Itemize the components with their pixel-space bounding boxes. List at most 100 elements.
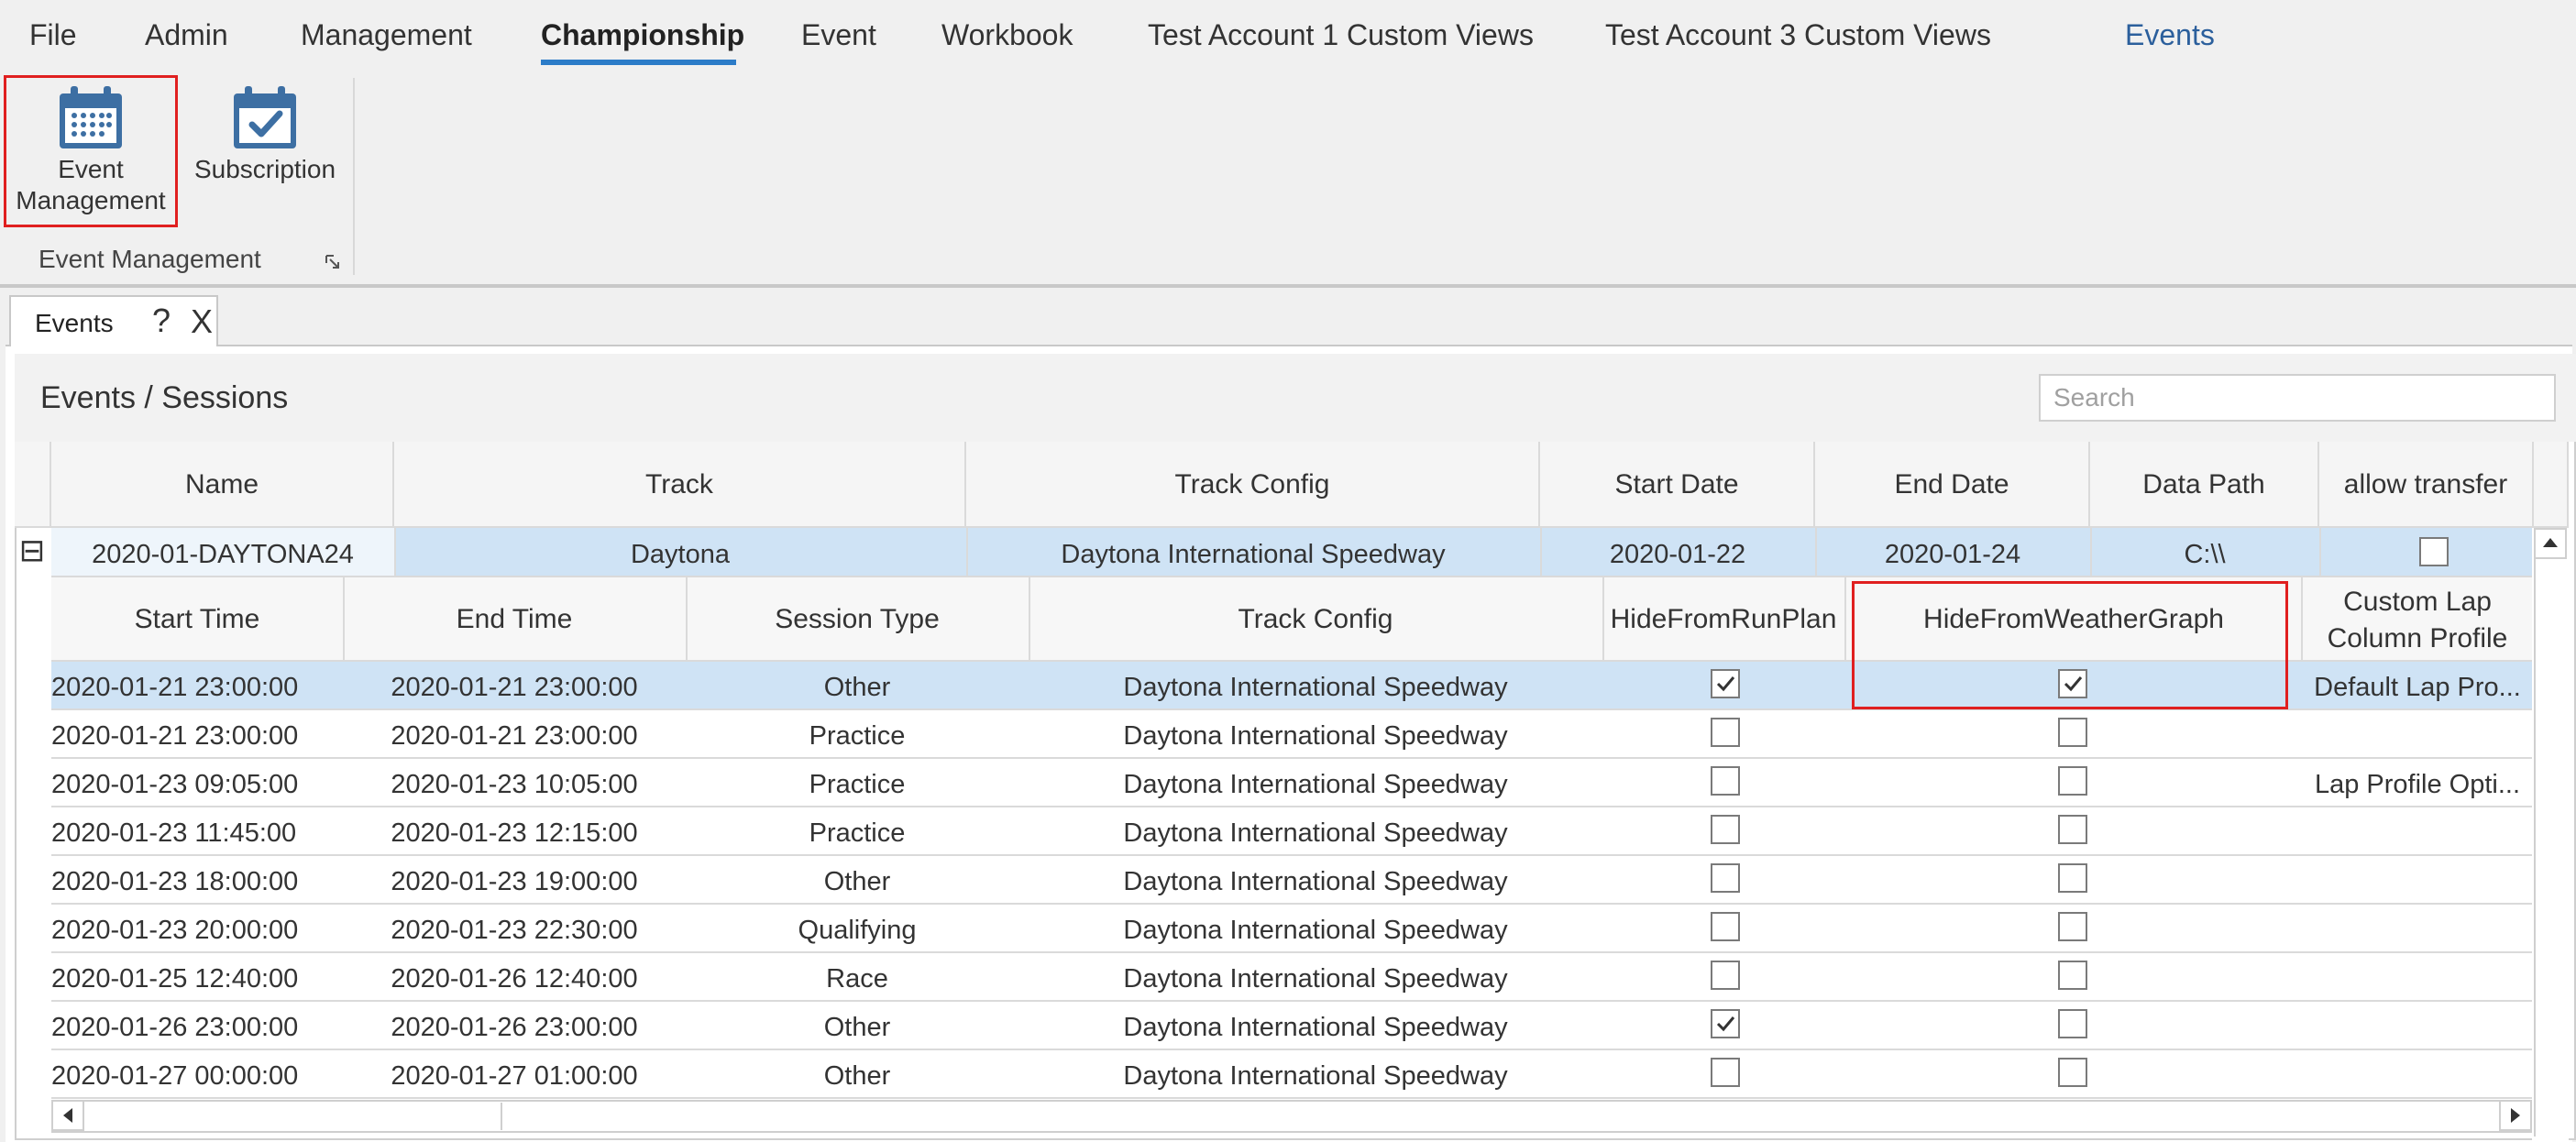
session-start-time: 2020-01-23 20:00:00 xyxy=(51,916,299,945)
header-start-date[interactable]: Start Date xyxy=(1540,442,1815,528)
header-allow-transfer[interactable]: allow transfer xyxy=(2319,442,2534,528)
divider xyxy=(51,1049,2532,1050)
divider xyxy=(51,806,2532,807)
horizontal-scroll-thumb[interactable] xyxy=(501,1103,2501,1130)
calendar-check-icon xyxy=(234,86,296,148)
scroll-left-button[interactable] xyxy=(51,1100,84,1131)
scroll-up-button[interactable] xyxy=(2534,528,2567,559)
hide-from-run-plan-checkbox[interactable] xyxy=(1711,669,1740,698)
ribbon-group-label: Event Management xyxy=(39,245,261,273)
menu-championship[interactable]: Championship xyxy=(541,0,744,66)
session-track-config: Daytona International Speedway xyxy=(1123,673,1508,702)
hide-from-weather-graph-checkbox[interactable] xyxy=(2058,912,2087,941)
session-end-time: 2020-01-21 23:00:00 xyxy=(391,673,638,702)
checkmark-icon xyxy=(1716,1016,1735,1032)
hide-from-run-plan-checkbox[interactable] xyxy=(1711,912,1740,941)
hide-from-weather-graph-checkbox[interactable] xyxy=(2058,961,2087,990)
collapse-icon[interactable]: ⊟ xyxy=(17,534,48,567)
header-start-time[interactable]: Start Time xyxy=(51,604,343,635)
vertical-scroll-track[interactable] xyxy=(2534,559,2567,1137)
session-track-config: Daytona International Speedway xyxy=(1123,916,1508,945)
arrow-right-icon xyxy=(2511,1108,2520,1123)
session-start-time: 2020-01-26 23:00:00 xyxy=(51,1013,299,1042)
help-icon[interactable]: ? xyxy=(152,302,171,340)
subscription-label: Subscription xyxy=(193,155,336,183)
tab-events[interactable]: Events ? X xyxy=(9,295,218,346)
event-track-config: Daytona International Speedway xyxy=(1061,540,1446,569)
session-type: Other xyxy=(823,1061,891,1091)
checkmark-icon xyxy=(1716,676,1735,692)
header-end-time[interactable]: End Time xyxy=(343,604,686,635)
divider xyxy=(1602,577,1604,660)
menu-event[interactable]: Event xyxy=(801,0,876,66)
hide-from-run-plan-checkbox[interactable] xyxy=(1711,815,1740,844)
event-end-date: 2020-01-24 xyxy=(1884,540,2021,569)
menu-management[interactable]: Management xyxy=(301,0,472,66)
search-input[interactable] xyxy=(2039,374,2556,422)
header-end-date[interactable]: End Date xyxy=(1815,442,2090,528)
hide-from-run-plan-checkbox[interactable] xyxy=(1711,766,1740,796)
divider xyxy=(1815,528,1817,576)
session-end-time: 2020-01-23 10:05:00 xyxy=(391,770,638,799)
session-end-time: 2020-01-26 23:00:00 xyxy=(391,1013,638,1042)
active-menu-indicator xyxy=(541,60,736,65)
header-name[interactable]: Name xyxy=(51,442,394,528)
session-type: Other xyxy=(823,1013,891,1042)
event-start-date: 2020-01-22 xyxy=(1609,540,1746,569)
hide-from-run-plan-checkbox[interactable] xyxy=(1711,718,1740,747)
menu-test-account-1-custom-views[interactable]: Test Account 1 Custom Views xyxy=(1148,0,1534,66)
hide-from-weather-graph-checkbox[interactable] xyxy=(2058,766,2087,796)
session-start-time: 2020-01-27 00:00:00 xyxy=(51,1061,299,1091)
event-name: 2020-01-DAYTONA24 xyxy=(92,540,354,569)
divider xyxy=(2319,528,2321,576)
allow-transfer-checkbox[interactable] xyxy=(2419,537,2449,566)
session-end-time: 2020-01-23 12:15:00 xyxy=(391,818,638,848)
menu-workbook[interactable]: Workbook xyxy=(941,0,1073,66)
horizontal-scrollbar[interactable] xyxy=(51,1100,2532,1133)
header-column-profile[interactable]: Column Profile xyxy=(2303,623,2532,654)
hide-from-run-plan-checkbox[interactable] xyxy=(1711,1058,1740,1087)
header-session-type[interactable]: Session Type xyxy=(686,604,1029,635)
hide-from-weather-graph-checkbox[interactable] xyxy=(2058,1009,2087,1038)
divider xyxy=(51,757,2532,759)
session-end-time: 2020-01-23 19:00:00 xyxy=(391,867,638,896)
menu-admin[interactable]: Admin xyxy=(145,0,228,66)
session-type: Qualifying xyxy=(798,916,917,945)
session-type: Other xyxy=(823,673,891,702)
header-hide-from-run-plan[interactable]: HideFromRunPlan xyxy=(1602,604,1844,635)
menu-test-account-3-custom-views[interactable]: Test Account 3 Custom Views xyxy=(1605,0,1991,66)
arrow-up-icon xyxy=(2543,538,2558,547)
header-data-path[interactable]: Data Path xyxy=(2090,442,2319,528)
hide-from-weather-graph-checkbox[interactable] xyxy=(2058,1058,2087,1087)
tab-events-label: Events xyxy=(35,309,114,337)
hide-from-run-plan-checkbox[interactable] xyxy=(1711,961,1740,990)
hide-from-run-plan-checkbox[interactable] xyxy=(1711,863,1740,893)
header-session-track-config[interactable]: Track Config xyxy=(1029,604,1602,635)
session-type: Practice xyxy=(809,818,906,848)
scroll-right-button[interactable] xyxy=(2499,1100,2532,1131)
hide-from-run-plan-checkbox[interactable] xyxy=(1711,1009,1740,1038)
divider xyxy=(394,528,396,576)
subscription-button[interactable]: Subscription xyxy=(183,75,347,185)
session-column-profile: Lap Profile Opti... xyxy=(2314,770,2521,799)
header-track[interactable]: Track xyxy=(394,442,966,528)
hide-from-weather-graph-checkbox[interactable] xyxy=(2058,815,2087,844)
close-icon[interactable]: X xyxy=(191,302,213,341)
dialog-launcher-icon[interactable] xyxy=(325,254,341,270)
session-start-time: 2020-01-21 23:00:00 xyxy=(51,721,299,751)
divider xyxy=(343,577,345,660)
header-custom-lap[interactable]: Custom Lap xyxy=(2303,587,2532,618)
hide-from-weather-graph-checkbox[interactable] xyxy=(2058,863,2087,893)
vertical-scrollbar[interactable] xyxy=(2532,528,2569,1140)
divider xyxy=(2090,528,2092,576)
header-filler xyxy=(2534,442,2569,528)
session-track-config: Daytona International Speedway xyxy=(1123,818,1508,848)
menu-file[interactable]: File xyxy=(29,0,77,66)
divider xyxy=(2301,577,2303,660)
header-track-config[interactable]: Track Config xyxy=(966,442,1540,528)
events-context-link[interactable]: Events xyxy=(2125,0,2215,66)
session-start-time: 2020-01-23 09:05:00 xyxy=(51,770,299,799)
session-type: Other xyxy=(823,867,891,896)
hide-from-weather-graph-checkbox[interactable] xyxy=(2058,718,2087,747)
session-start-time: 2020-01-23 18:00:00 xyxy=(51,867,299,896)
